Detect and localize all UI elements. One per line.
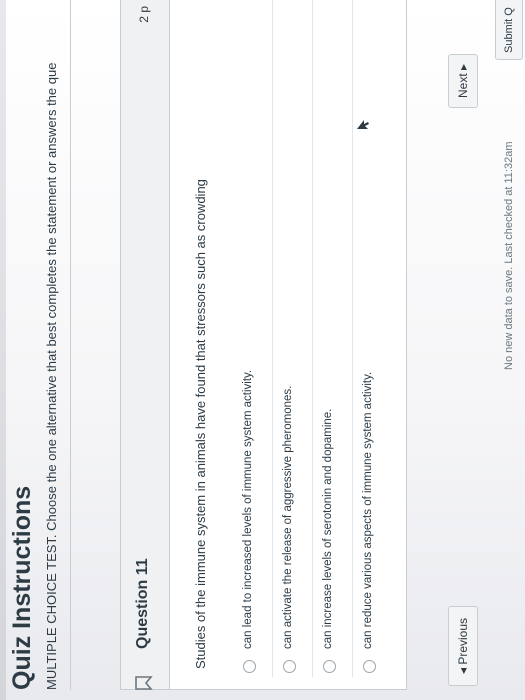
- answer-label[interactable]: can reduce various aspects of immune sys…: [362, 372, 374, 649]
- save-status: No new data to save. Last checked at 11:…: [503, 141, 515, 371]
- top-bar: [0, 0, 6, 700]
- previous-button[interactable]: ◂ Previous: [448, 606, 478, 686]
- quiz-page: Quiz Instructions MULTIPLE CHOICE TEST. …: [0, 0, 525, 700]
- radio-button[interactable]: [363, 660, 376, 673]
- answer-list: can lead to increased levels of immune s…: [233, 0, 392, 677]
- cursor-icon: [357, 120, 369, 129]
- quiz-instructions: MULTIPLE CHOICE TEST. Choose the one alt…: [44, 62, 59, 690]
- answer-option[interactable]: can activate the release of aggressive p…: [273, 0, 313, 677]
- submit-quiz-button[interactable]: Submit Q: [495, 0, 523, 60]
- answer-option[interactable]: can increase levels of serotonin and dop…: [313, 0, 353, 677]
- answer-option[interactable]: can reduce various aspects of immune sys…: [353, 0, 392, 677]
- question-card: Question 11 2 p Studies of the immune sy…: [120, 0, 407, 690]
- answer-option[interactable]: can lead to increased levels of immune s…: [233, 0, 273, 677]
- radio-button[interactable]: [323, 660, 336, 673]
- next-button[interactable]: Next ▸: [448, 54, 478, 108]
- question-points: 2 p: [137, 6, 151, 23]
- radio-button[interactable]: [283, 660, 296, 673]
- question-header: Question 11 2 p: [121, 0, 170, 691]
- divider: [70, 0, 71, 690]
- flag-icon[interactable]: [135, 675, 153, 691]
- question-title: Question 11: [134, 558, 151, 649]
- question-text: Studies of the immune system in animals …: [193, 179, 208, 669]
- answer-label[interactable]: can lead to increased levels of immune s…: [242, 370, 254, 649]
- answer-label[interactable]: can increase levels of serotonin and dop…: [322, 409, 334, 649]
- answer-label[interactable]: can activate the release of aggressive p…: [282, 386, 294, 649]
- radio-button[interactable]: [243, 660, 256, 673]
- page-title: Quiz Instructions: [8, 485, 36, 690]
